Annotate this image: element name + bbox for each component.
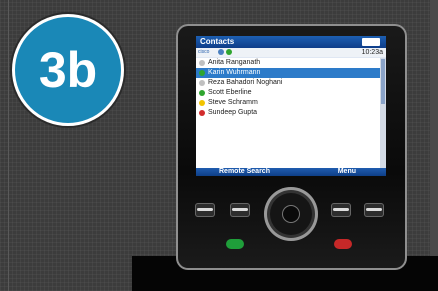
contact-name: Scott Eberline	[208, 89, 252, 96]
available-icon	[199, 90, 205, 96]
softkey-bar: Remote Search Menu	[196, 168, 386, 176]
app-title: Contacts	[200, 37, 235, 46]
right-edge-bar	[430, 0, 438, 291]
brand-logo-text: cisco	[198, 49, 210, 55]
dash-icon	[232, 208, 248, 211]
step-badge: 3b	[12, 14, 124, 126]
navigation-pad[interactable]	[264, 187, 318, 241]
back-icon	[366, 208, 382, 211]
back-key[interactable]	[364, 203, 384, 217]
dash-icon	[333, 208, 349, 211]
contact-name: Sundeep Gupta	[208, 109, 258, 116]
contact-name: Anita Ranganath	[208, 59, 261, 66]
contact-row[interactable]: Scott Eberline	[196, 88, 380, 98]
contact-name: Reza Bahadori Noghani	[208, 79, 283, 86]
available-icon	[199, 70, 205, 76]
connection-icon	[218, 49, 224, 55]
battery-signal-icon	[362, 38, 380, 46]
clock-time: 10:23a	[361, 49, 383, 56]
end-call-button[interactable]	[334, 239, 352, 249]
remote-search-softkey[interactable]: Remote Search	[219, 168, 270, 176]
contact-row[interactable]: Anita Ranganath	[196, 58, 380, 68]
contact-name: Karin Wuhrmann	[208, 69, 261, 76]
keypad-area	[186, 187, 397, 259]
presence-icon	[226, 49, 232, 55]
offline-icon	[199, 60, 205, 66]
contacts-list[interactable]: Anita Ranganath Karin Wuhrmann Reza Baha…	[196, 58, 380, 168]
contact-row[interactable]: Steve Schramm	[196, 98, 380, 108]
left-soft-key[interactable]	[230, 203, 250, 217]
offline-icon	[199, 80, 205, 86]
right-soft-key[interactable]	[331, 203, 351, 217]
left-divider	[8, 0, 9, 291]
call-button[interactable]	[226, 239, 244, 249]
contact-row[interactable]: Sundeep Gupta	[196, 108, 380, 118]
contact-row[interactable]: Reza Bahadori Noghani	[196, 78, 380, 88]
status-line: cisco 10:23a	[196, 48, 386, 57]
select-button[interactable]	[282, 205, 300, 223]
busy-icon	[199, 110, 205, 116]
home-icon	[197, 208, 213, 211]
scrollbar[interactable]	[380, 58, 386, 168]
menu-softkey[interactable]: Menu	[338, 168, 356, 176]
contact-row-selected[interactable]: Karin Wuhrmann	[196, 68, 380, 78]
contact-name: Steve Schramm	[208, 99, 258, 106]
home-key[interactable]	[195, 203, 215, 217]
mobile-phone: Contacts cisco 10:23a Anita Ranganath Ka…	[176, 24, 407, 270]
step-badge-label: 3b	[38, 42, 98, 98]
title-bar: Contacts	[196, 36, 386, 48]
away-icon	[199, 100, 205, 106]
phone-screen: Contacts cisco 10:23a Anita Ranganath Ka…	[196, 36, 386, 176]
